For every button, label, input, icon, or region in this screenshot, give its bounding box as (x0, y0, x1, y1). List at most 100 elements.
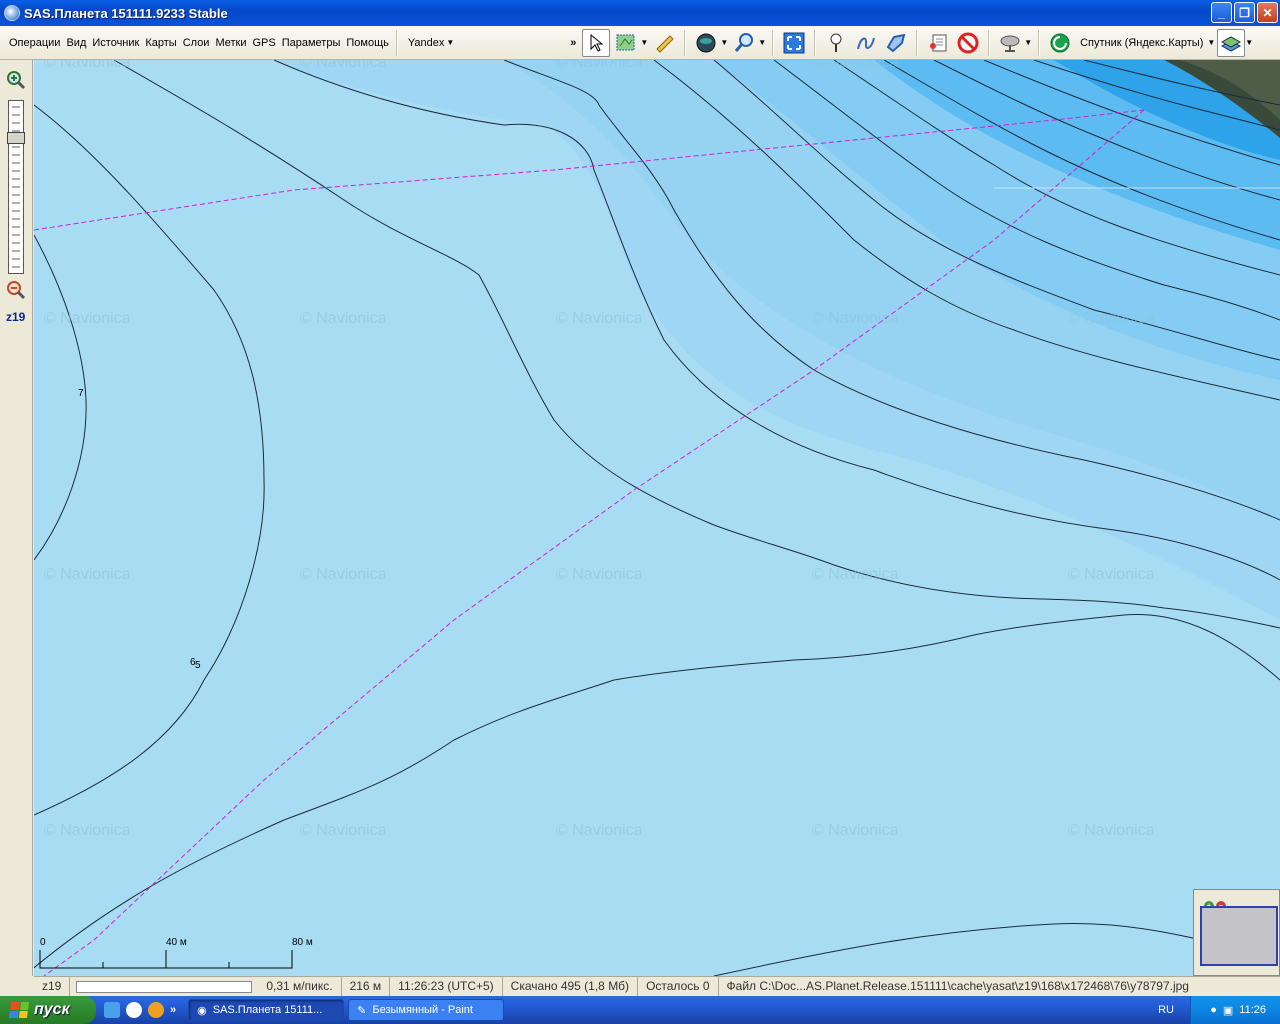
watermark-text: © Navionica (812, 310, 899, 327)
nautical-depth-chart: 7 6 5 © Navionica © Navionica © Navionic… (34, 60, 1280, 976)
panda-icon[interactable] (126, 1002, 142, 1018)
quick-launch-overflow[interactable]: » (170, 1004, 176, 1016)
scale-tick-label: 80 м (292, 937, 313, 948)
current-map-label[interactable]: Спутник (Яндекс.Карты) (1076, 37, 1207, 49)
watermark-text: © Navionica (812, 822, 899, 839)
layers-button[interactable] (1217, 28, 1246, 57)
minimap[interactable]: + − (1193, 889, 1280, 976)
watermark-text: © Navionica (556, 566, 643, 583)
start-button[interactable]: пуск (0, 996, 96, 1024)
clock[interactable]: 11:26 (1239, 1004, 1266, 1016)
status-remaining: Осталось 0 (638, 977, 719, 996)
toolbar-separator (1038, 29, 1041, 56)
chevron-down-icon[interactable]: ▼ (720, 38, 728, 47)
placemarks-manager-button[interactable] (924, 29, 952, 57)
menu-settings[interactable]: Параметры (279, 26, 344, 60)
window-title: SAS.Планета 151111.9233 Stable (24, 5, 228, 21)
zoom-slider[interactable] (7, 100, 25, 274)
watermark-text: © Navionica (812, 566, 899, 583)
minimap-viewport[interactable] (1200, 906, 1278, 966)
status-distance: 216 м (342, 977, 391, 996)
toolbar-separator (916, 29, 919, 56)
hide-placemarks-button[interactable] (954, 29, 982, 57)
scale-tick-label: 40 м (166, 937, 187, 948)
scale-tick-label: 0 (40, 937, 46, 948)
watermark-text: © Navionica (1068, 566, 1155, 583)
menu-operations[interactable]: Операции (6, 26, 63, 60)
chevron-down-icon[interactable]: ▼ (758, 38, 766, 47)
menu-gps[interactable]: GPS (250, 26, 279, 60)
mail-icon[interactable] (148, 1002, 164, 1018)
task-label: SAS.Планета 15111... (212, 1004, 323, 1016)
zoom-slider-thumb[interactable] (7, 132, 25, 144)
paint-brush-icon: ✎ (357, 1004, 367, 1017)
add-placemark-button[interactable] (822, 29, 850, 57)
watermark-text: © Navionica (1068, 310, 1155, 327)
watermark-text: © Navionica (44, 310, 131, 327)
source-dropdown[interactable]: Yandex ▼ (402, 37, 460, 49)
add-polygon-button[interactable] (882, 29, 910, 57)
system-tray: ● ▣ 11:26 (1190, 996, 1280, 1024)
watermark-text: © Navionica (556, 310, 643, 327)
fullscreen-button[interactable] (780, 29, 808, 57)
satellite-dish-icon (1000, 35, 1020, 52)
watermark-text: © Navionica (44, 60, 131, 71)
search-button[interactable] (730, 29, 758, 57)
menu-source[interactable]: Источник (89, 26, 142, 60)
notepad-pin-icon (930, 34, 947, 51)
chevron-down-icon[interactable]: ▼ (1024, 38, 1032, 47)
menu-view[interactable]: Вид (63, 26, 89, 60)
menu-marks[interactable]: Метки (212, 26, 249, 60)
chevron-down-icon[interactable]: ▼ (640, 38, 648, 47)
network-icon[interactable]: ▣ (1223, 1004, 1233, 1017)
status-downloaded: Скачано 495 (1,8 Мб) (503, 977, 639, 996)
close-button[interactable]: ✕ (1257, 2, 1278, 23)
map-view[interactable]: 7 6 5 © Navionica © Navionica © Navionic… (34, 60, 1280, 976)
ruler-button[interactable] (650, 29, 678, 57)
zoom-in-icon[interactable] (6, 70, 26, 90)
add-path-button[interactable] (852, 29, 880, 57)
task-paint[interactable]: ✎ Безымянный - Paint (348, 999, 505, 1021)
app-globe-icon (4, 5, 20, 21)
pin-icon (830, 33, 842, 52)
map-type-button[interactable] (1046, 29, 1074, 57)
globe-button[interactable] (692, 29, 720, 57)
polygon-icon (886, 33, 906, 52)
status-time: 11:26:23 (UTC+5) (390, 977, 503, 996)
status-resolution: 0,31 м/пикс. (258, 977, 342, 996)
select-area-button[interactable] (612, 29, 640, 57)
toolbar-overflow-chevron[interactable]: » (570, 37, 576, 49)
browser-icon[interactable] (104, 1002, 120, 1018)
title-bar[interactable]: SAS.Планета 151111.9233 Stable _ ❐ ✕ (0, 0, 1280, 26)
menu-layers[interactable]: Слои (180, 26, 213, 60)
chevron-down-icon[interactable]: ▼ (1245, 38, 1253, 47)
toolbar-separator (684, 29, 687, 56)
task-sasplanet[interactable]: ◉ SAS.Планета 15111... (188, 999, 345, 1021)
watermark-text: © Navionica (300, 822, 387, 839)
pointer-tool-button[interactable] (582, 28, 611, 57)
zoom-slider-ticks (12, 106, 20, 268)
watermark-text: © Navionica (300, 310, 387, 327)
menu-maps[interactable]: Карты (142, 26, 179, 60)
satellite-dish-button[interactable] (996, 29, 1024, 57)
taskbar: пуск » ◉ SAS.Планета 15111... ✎ Безымянн… (0, 996, 1280, 1024)
panda-tray-icon[interactable]: ● (1210, 1004, 1217, 1016)
watermark-text: © Navionica (812, 60, 899, 71)
menu-bar: Операции Вид Источник Карты Слои Метки G… (0, 26, 392, 59)
quick-launch: » (96, 1002, 184, 1018)
ruler-icon (656, 34, 675, 53)
watermark-text: © Navionica (556, 60, 643, 71)
toolbar-separator (814, 29, 817, 56)
menu-help[interactable]: Помощь (343, 26, 392, 60)
zoom-level-label: z19 (6, 310, 26, 324)
chevron-down-icon[interactable]: ▼ (1207, 38, 1215, 47)
zoom-out-icon[interactable] (6, 280, 26, 300)
maximize-button[interactable]: ❐ (1234, 2, 1255, 23)
minimize-button[interactable]: _ (1211, 2, 1232, 23)
status-zoom: z19 (34, 977, 71, 996)
globe-icon: ◉ (197, 1004, 207, 1017)
no-entry-icon (957, 32, 979, 53)
language-indicator[interactable]: RU (1158, 1004, 1174, 1016)
depth-label: 5 (195, 660, 201, 671)
app-window: SAS.Планета 151111.9233 Stable _ ❐ ✕ Опе… (0, 0, 1280, 996)
